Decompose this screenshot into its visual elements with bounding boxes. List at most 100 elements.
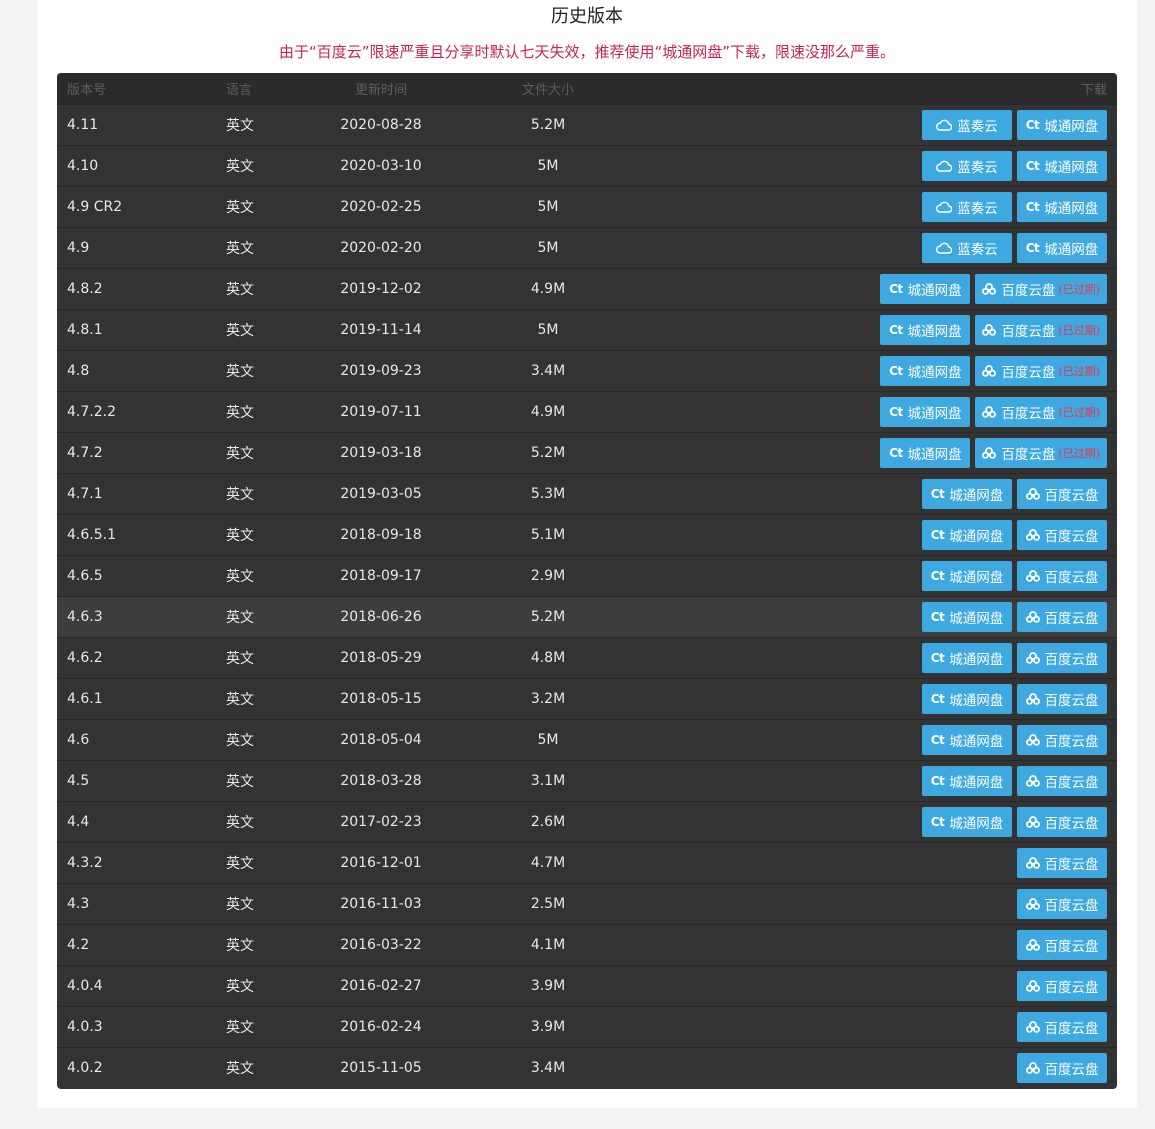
ct-logo-icon: Ct xyxy=(889,364,903,378)
ctfile-download-button[interactable]: Ct 城通网盘 xyxy=(922,561,1012,591)
language-cell: 英文 xyxy=(226,446,254,462)
ctfile-download-button[interactable]: Ct 城通网盘 xyxy=(880,315,971,345)
baidu-download-button[interactable]: 百度云盘 xyxy=(1017,643,1107,673)
date-cell: 2016-03-22 xyxy=(340,937,422,953)
download-links: Ct 城通网盘 百度云盘 xyxy=(922,638,1107,678)
baidu-download-button[interactable]: 百度云盘 xyxy=(1017,684,1107,714)
size-cell: 4.8M xyxy=(530,650,566,666)
version-cell: 4.7.2 xyxy=(67,445,103,461)
baidu-download-button[interactable]: 百度云盘 xyxy=(1017,602,1107,632)
date-cell: 2016-11-03 xyxy=(340,896,422,912)
ctfile-download-button[interactable]: Ct 城通网盘 xyxy=(1017,233,1107,263)
download-links: 蓝奏云 Ct 城通网盘 xyxy=(922,228,1107,268)
button-label: 城通网盘 xyxy=(949,611,1004,627)
table-row: 4.3.2 英文 2016-12-01 4.7M 百度云盘 xyxy=(57,842,1117,883)
version-cell: 4.9 CR2 xyxy=(67,199,123,215)
cloud-icon xyxy=(936,160,953,172)
ctfile-download-button[interactable]: Ct 城通网盘 xyxy=(880,397,971,427)
language-cell: 英文 xyxy=(226,815,254,831)
header-download: 下载 xyxy=(1080,83,1107,98)
table-row: 4.11 英文 2020-08-28 5.2M 蓝奏云 Ct 城通网盘 xyxy=(57,104,1117,145)
baidu-download-button[interactable]: 百度云盘 (已过期) xyxy=(975,438,1107,468)
baidu-download-button[interactable]: 百度云盘 xyxy=(1017,520,1107,550)
header-language: 语言 xyxy=(226,83,253,98)
ctfile-download-button[interactable]: Ct 城通网盘 xyxy=(922,684,1012,714)
download-notice: 由于“百度云”限速严重且分享时默认七天失效，推荐使用“城通网盘”下载，限速没那么… xyxy=(278,43,896,61)
lanzou-download-button[interactable]: 蓝奏云 xyxy=(922,192,1012,222)
language-cell: 英文 xyxy=(226,897,254,913)
baidu-download-button[interactable]: 百度云盘 xyxy=(1017,971,1107,1001)
button-label: 城通网盘 xyxy=(1044,160,1099,176)
download-links: 百度云盘 xyxy=(1017,884,1107,924)
date-cell: 2020-02-25 xyxy=(340,199,422,215)
language-cell: 英文 xyxy=(226,651,254,667)
ctfile-download-button[interactable]: Ct 城通网盘 xyxy=(922,602,1012,632)
language-cell: 英文 xyxy=(226,528,254,544)
date-cell: 2019-11-14 xyxy=(340,322,422,338)
ctfile-download-button[interactable]: Ct 城通网盘 xyxy=(880,274,971,304)
size-cell: 5M xyxy=(537,158,559,174)
table-row: 4.8.1 英文 2019-11-14 5M Ct 城通网盘 百度云盘 (已过期) xyxy=(57,309,1117,350)
ct-logo-icon: Ct xyxy=(930,774,945,788)
table-row: 4.7.2 英文 2019-03-18 5.2M Ct 城通网盘 百度云盘 (已过期) xyxy=(57,432,1117,473)
size-cell: 5M xyxy=(537,199,559,215)
date-cell: 2017-02-23 xyxy=(340,814,422,830)
baidu-cloud-icon xyxy=(1025,1062,1040,1074)
ctfile-download-button[interactable]: Ct 城通网盘 xyxy=(922,643,1012,673)
lanzou-download-button[interactable]: 蓝奏云 xyxy=(922,110,1012,140)
baidu-download-button[interactable]: 百度云盘 (已过期) xyxy=(975,356,1107,386)
baidu-download-button[interactable]: 百度云盘 xyxy=(1017,848,1107,878)
baidu-cloud-icon xyxy=(1025,980,1040,992)
ctfile-download-button[interactable]: Ct 城通网盘 xyxy=(922,520,1012,550)
baidu-download-button[interactable]: 百度云盘 (已过期) xyxy=(975,397,1107,427)
baidu-download-button[interactable]: 百度云盘 xyxy=(1017,766,1107,796)
ctfile-download-button[interactable]: Ct 城通网盘 xyxy=(922,766,1012,796)
baidu-download-button[interactable]: 百度云盘 xyxy=(1017,807,1107,837)
lanzou-download-button[interactable]: 蓝奏云 xyxy=(922,233,1012,263)
download-links: Ct 城通网盘 百度云盘 xyxy=(922,474,1107,514)
button-label: 百度云盘 xyxy=(1001,406,1056,422)
date-cell: 2020-02-20 xyxy=(340,240,422,256)
table-row: 4.4 英文 2017-02-23 2.6M Ct 城通网盘 百度云盘 xyxy=(57,801,1117,842)
baidu-download-button[interactable]: 百度云盘 (已过期) xyxy=(975,315,1107,345)
baidu-download-button[interactable]: 百度云盘 xyxy=(1017,930,1107,960)
ctfile-download-button[interactable]: Ct 城通网盘 xyxy=(1017,110,1107,140)
ctfile-download-button[interactable]: Ct 城通网盘 xyxy=(922,807,1012,837)
language-cell: 英文 xyxy=(226,118,254,134)
ctfile-download-button[interactable]: Ct 城通网盘 xyxy=(922,725,1012,755)
ctfile-download-button[interactable]: Ct 城通网盘 xyxy=(880,356,971,386)
ctfile-download-button[interactable]: Ct 城通网盘 xyxy=(880,438,971,468)
language-cell: 英文 xyxy=(226,733,254,749)
download-links: 蓝奏云 Ct 城通网盘 xyxy=(922,187,1107,227)
version-cell: 4.9 xyxy=(67,240,90,256)
table-row: 4.8 英文 2019-09-23 3.4M Ct 城通网盘 百度云盘 (已过期) xyxy=(57,350,1117,391)
version-cell: 4.6.5.1 xyxy=(67,527,116,543)
language-cell: 英文 xyxy=(226,569,254,585)
version-cell: 4.5 xyxy=(67,773,90,789)
baidu-download-button[interactable]: 百度云盘 xyxy=(1017,1012,1107,1042)
baidu-download-button[interactable]: 百度云盘 xyxy=(1017,561,1107,591)
ctfile-download-button[interactable]: Ct 城通网盘 xyxy=(1017,151,1107,181)
button-label: 城通网盘 xyxy=(949,570,1004,586)
baidu-download-button[interactable]: 百度云盘 xyxy=(1017,725,1107,755)
date-cell: 2019-03-05 xyxy=(340,486,422,502)
button-label: 蓝奏云 xyxy=(957,242,998,258)
baidu-cloud-icon xyxy=(982,365,997,377)
ctfile-download-button[interactable]: Ct 城通网盘 xyxy=(1017,192,1107,222)
baidu-cloud-icon xyxy=(1025,816,1040,828)
ct-logo-icon: Ct xyxy=(1025,200,1040,214)
button-label: 百度云盘 xyxy=(1044,1062,1099,1078)
baidu-download-button[interactable]: 百度云盘 (已过期) xyxy=(975,274,1107,304)
size-cell: 3.9M xyxy=(530,1019,566,1035)
baidu-cloud-icon xyxy=(1025,939,1040,951)
date-cell: 2018-09-18 xyxy=(340,527,422,543)
baidu-download-button[interactable]: 百度云盘 xyxy=(1017,479,1107,509)
ctfile-download-button[interactable]: Ct 城通网盘 xyxy=(922,479,1012,509)
baidu-download-button[interactable]: 百度云盘 xyxy=(1017,889,1107,919)
baidu-download-button[interactable]: 百度云盘 xyxy=(1017,1053,1107,1083)
version-cell: 4.6.2 xyxy=(67,650,103,666)
lanzou-download-button[interactable]: 蓝奏云 xyxy=(922,151,1012,181)
cloud-icon xyxy=(936,242,953,254)
page-title: 历史版本 xyxy=(551,6,623,27)
language-cell: 英文 xyxy=(226,282,254,298)
